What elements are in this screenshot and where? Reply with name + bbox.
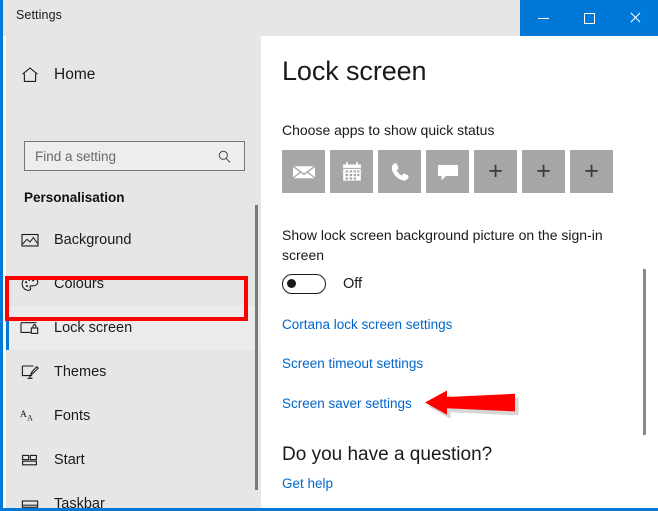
sidebar-item-start[interactable]: Start — [6, 438, 261, 482]
font-aa-icon: A A — [6, 406, 54, 426]
monitor-lock-icon — [6, 318, 54, 338]
signin-toggle-row: Off — [282, 274, 362, 294]
plus-icon: + — [488, 157, 503, 185]
home-label: Home — [54, 66, 96, 83]
sidebar-item-fonts[interactable]: A A Fonts — [6, 394, 261, 438]
palette-icon — [6, 274, 54, 294]
title-bar-drag-region[interactable]: Settings — [3, 0, 520, 36]
sidebar: Home Personalisation Backgroun — [6, 36, 261, 508]
window-title: Settings — [16, 8, 62, 22]
sidebar-section-title: Personalisation — [24, 190, 125, 205]
content-pane: Lock screen Choose apps to show quick st… — [261, 36, 658, 508]
plus-icon: + — [584, 157, 599, 185]
signin-setting-label: Show lock screen background picture on t… — [282, 227, 603, 263]
phone-icon — [391, 162, 409, 180]
search-input[interactable] — [35, 148, 213, 164]
quick-status-tiles: + + + — [282, 150, 613, 193]
close-icon — [629, 12, 641, 24]
plus-icon: + — [536, 157, 551, 185]
maximize-icon — [583, 12, 595, 24]
taskbar-icon — [6, 494, 54, 508]
sidebar-item-lock-screen[interactable]: Lock screen — [6, 306, 261, 350]
sidebar-item-home[interactable]: Home — [6, 58, 261, 92]
screen-saver-settings-link[interactable]: Screen saver settings — [282, 396, 412, 411]
start-tiles-icon — [6, 450, 54, 470]
minimize-button[interactable] — [520, 0, 566, 36]
maximize-button[interactable] — [566, 0, 612, 36]
sidebar-item-label: Lock screen — [54, 320, 133, 336]
minimize-icon — [537, 17, 549, 19]
sidebar-item-colours[interactable]: Colours — [6, 262, 261, 306]
sidebar-item-themes[interactable]: Themes — [6, 350, 261, 394]
message-icon — [437, 164, 458, 180]
content-scrollbar[interactable] — [643, 269, 646, 435]
quick-status-label: Choose apps to show quick status — [282, 122, 495, 138]
add-tile-1[interactable]: + — [474, 150, 517, 193]
sidebar-item-label: Start — [54, 452, 85, 468]
sidebar-item-taskbar[interactable]: Taskbar — [6, 482, 261, 508]
close-button[interactable] — [612, 0, 658, 36]
message-tile[interactable] — [426, 150, 469, 193]
sidebar-scrollbar[interactable] — [255, 205, 258, 490]
calendar-icon — [342, 161, 361, 181]
sidebar-item-label: Taskbar — [54, 496, 105, 508]
toggle-knob — [287, 279, 296, 289]
phone-tile[interactable] — [378, 150, 421, 193]
svg-text:A: A — [27, 414, 33, 423]
sidebar-item-label: Fonts — [54, 408, 91, 424]
calendar-tile[interactable] — [330, 150, 373, 193]
sidebar-nav-list: Background Colours Lock screen Themes A … — [6, 218, 261, 508]
picture-icon — [6, 230, 54, 250]
brush-monitor-icon — [6, 362, 54, 382]
add-tile-3[interactable]: + — [570, 150, 613, 193]
svg-text:A: A — [20, 410, 27, 420]
page-title: Lock screen — [282, 56, 427, 86]
sidebar-item-label: Colours — [54, 276, 104, 292]
toggle-state-label: Off — [343, 276, 363, 292]
screen-timeout-settings-link[interactable]: Screen timeout settings — [282, 356, 423, 371]
question-heading: Do you have a question? — [282, 444, 493, 465]
search-box[interactable] — [24, 141, 245, 171]
sidebar-item-background[interactable]: Background — [6, 218, 261, 262]
settings-window: Settings Home Find a setting Personalisa… — [0, 0, 658, 511]
mail-tile[interactable] — [282, 150, 325, 193]
cortana-lock-screen-settings-link[interactable]: Cortana lock screen settings — [282, 317, 452, 332]
mail-icon — [292, 165, 315, 179]
get-help-link[interactable]: Get help — [282, 476, 333, 491]
sidebar-item-label: Background — [54, 232, 132, 248]
home-icon — [6, 65, 54, 85]
search-icon — [213, 149, 235, 164]
signin-background-toggle[interactable] — [282, 274, 326, 294]
add-tile-2[interactable]: + — [522, 150, 565, 193]
sidebar-item-label: Themes — [54, 364, 107, 380]
title-bar: Settings — [3, 0, 658, 36]
